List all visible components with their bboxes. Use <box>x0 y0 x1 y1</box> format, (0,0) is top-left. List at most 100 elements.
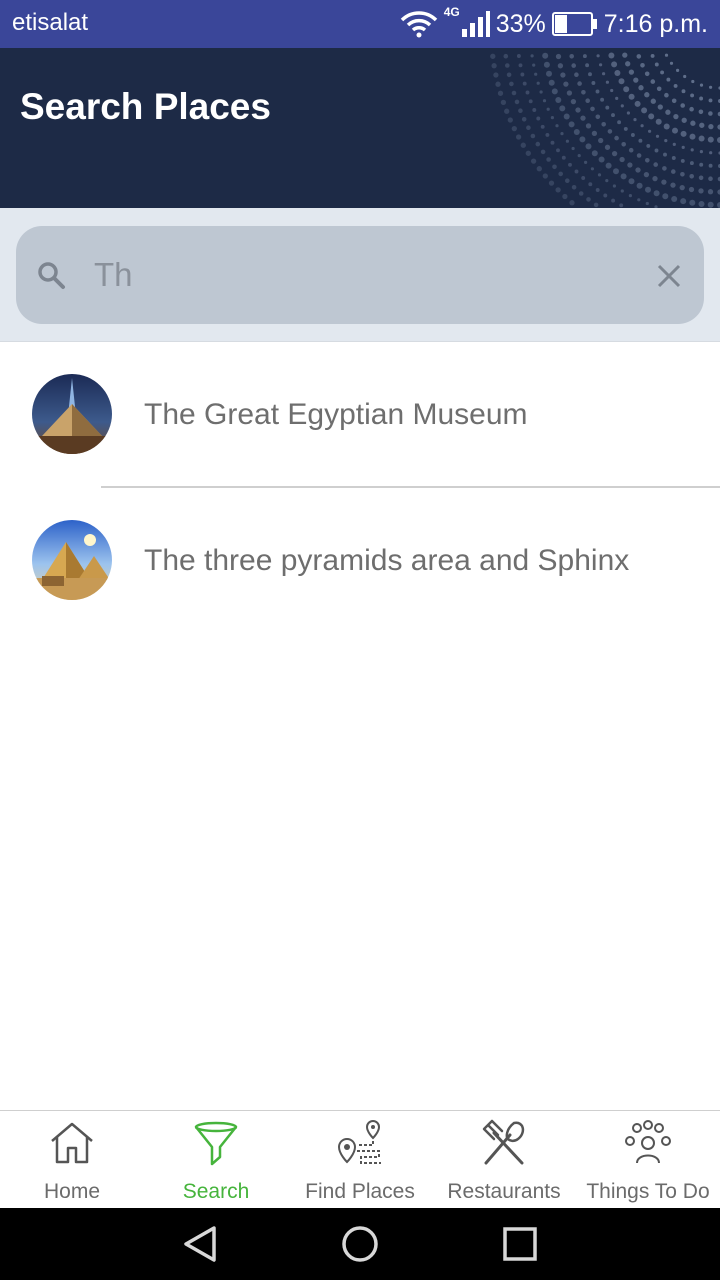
nav-item-find-places[interactable]: Find Places <box>288 1111 432 1209</box>
decorative-dot <box>552 164 557 170</box>
wifi-icon <box>400 10 438 38</box>
decorative-dot <box>709 151 713 155</box>
decorative-dot <box>679 184 685 191</box>
decorative-dot <box>608 52 615 59</box>
decorative-dot <box>595 89 600 94</box>
search-icon <box>36 260 66 295</box>
decorative-dot <box>680 130 687 137</box>
nav-item-things-to-do[interactable]: Things To Do <box>576 1111 720 1209</box>
nav-label: Things To Do <box>586 1180 710 1203</box>
decorative-dot <box>689 133 696 140</box>
decorative-dot <box>699 83 704 87</box>
decorative-dot <box>605 105 610 110</box>
decorative-dot <box>681 117 687 123</box>
decorative-dot <box>506 72 512 78</box>
decorative-dot <box>577 154 581 158</box>
decorative-dot <box>708 163 713 168</box>
decorative-dot <box>497 90 504 96</box>
decorative-dot <box>525 90 530 95</box>
search-input[interactable] <box>94 248 634 302</box>
decorative-dot <box>699 122 705 128</box>
decorative-dot <box>562 193 568 200</box>
decorative-dot <box>699 150 703 154</box>
result-label: The three pyramids area and Sphinx <box>144 544 630 577</box>
decorative-dot <box>666 77 671 82</box>
fork-spoon-icon <box>480 1119 528 1172</box>
decorative-dot <box>577 81 582 86</box>
decorative-dot <box>619 203 624 208</box>
decorative-dot <box>591 150 598 157</box>
decorative-dot <box>680 158 685 163</box>
decorative-dot <box>654 148 659 153</box>
decorative-dot <box>645 186 651 193</box>
nav-item-search[interactable]: Search <box>144 1111 288 1209</box>
list-item[interactable]: The three pyramids area and Sphinx <box>0 488 720 634</box>
decorative-dot <box>628 178 635 185</box>
nav-item-home[interactable]: Home <box>0 1111 144 1209</box>
decorative-dot <box>673 113 679 120</box>
decorative-dot <box>511 125 517 132</box>
search-area <box>0 208 720 342</box>
decorative-dot <box>603 193 608 198</box>
decorative-dot <box>545 132 550 137</box>
decorative-dot <box>579 136 586 143</box>
decorative-dot <box>536 116 541 121</box>
decorative-dot <box>570 98 577 105</box>
decorative-dot <box>615 96 619 100</box>
decorative-dot <box>563 113 570 120</box>
decorative-dot <box>518 108 523 113</box>
decorative-dot <box>598 156 605 163</box>
decorative-dot <box>574 72 579 77</box>
search-box[interactable] <box>16 226 704 324</box>
decorative-dot <box>532 63 536 67</box>
close-icon[interactable] <box>656 263 682 294</box>
decorative-dot <box>507 117 513 123</box>
decorative-dot <box>539 90 543 94</box>
decorative-dot <box>621 142 626 147</box>
decorative-dot <box>650 98 656 104</box>
decorative-dot <box>653 162 658 167</box>
decorative-dot <box>546 107 550 111</box>
back-icon[interactable] <box>180 1208 220 1280</box>
decorative-dot <box>662 166 667 171</box>
dot-pattern-decoration <box>490 52 720 208</box>
decorative-dot <box>672 142 676 146</box>
decorative-dot <box>490 53 496 59</box>
nav-label: Find Places <box>305 1180 415 1203</box>
decorative-dot <box>638 138 643 143</box>
decorative-dot <box>590 167 594 171</box>
decorative-dot <box>525 150 531 156</box>
list-item[interactable]: The Great Egyptian Museum <box>0 342 720 488</box>
decorative-dot <box>580 115 586 121</box>
decorative-dot <box>557 63 564 69</box>
decorative-dot <box>584 160 588 164</box>
decorative-dot <box>689 174 694 179</box>
decorative-dot <box>689 199 696 206</box>
carrier-name: etisalat <box>12 9 89 36</box>
decorative-dot <box>709 85 713 89</box>
decorative-dot <box>561 155 566 160</box>
decorative-dot <box>542 99 547 103</box>
home-circle-icon[interactable] <box>340 1208 380 1280</box>
decorative-dot <box>681 89 686 94</box>
decorative-dot <box>665 109 671 115</box>
decorative-dot <box>542 52 549 59</box>
decorative-dot <box>596 54 600 58</box>
decorative-dot <box>689 106 694 112</box>
nav-item-restaurants[interactable]: Restaurants <box>432 1111 576 1209</box>
decorative-dot <box>636 54 642 59</box>
system-navigation-bar <box>0 1208 720 1280</box>
decorative-dot <box>591 81 596 85</box>
decorative-dot <box>555 97 562 103</box>
recents-square-icon[interactable] <box>502 1208 538 1280</box>
decorative-dot <box>516 54 521 58</box>
decorative-dot <box>663 152 667 157</box>
decorative-dot <box>505 63 510 68</box>
decorative-dot <box>602 72 606 76</box>
decorative-dot <box>585 123 592 129</box>
decorative-dot <box>532 108 537 112</box>
decorative-dot <box>614 135 619 141</box>
decorative-dot <box>690 148 694 152</box>
decorative-dot <box>543 61 550 68</box>
decorative-dot <box>680 103 685 108</box>
